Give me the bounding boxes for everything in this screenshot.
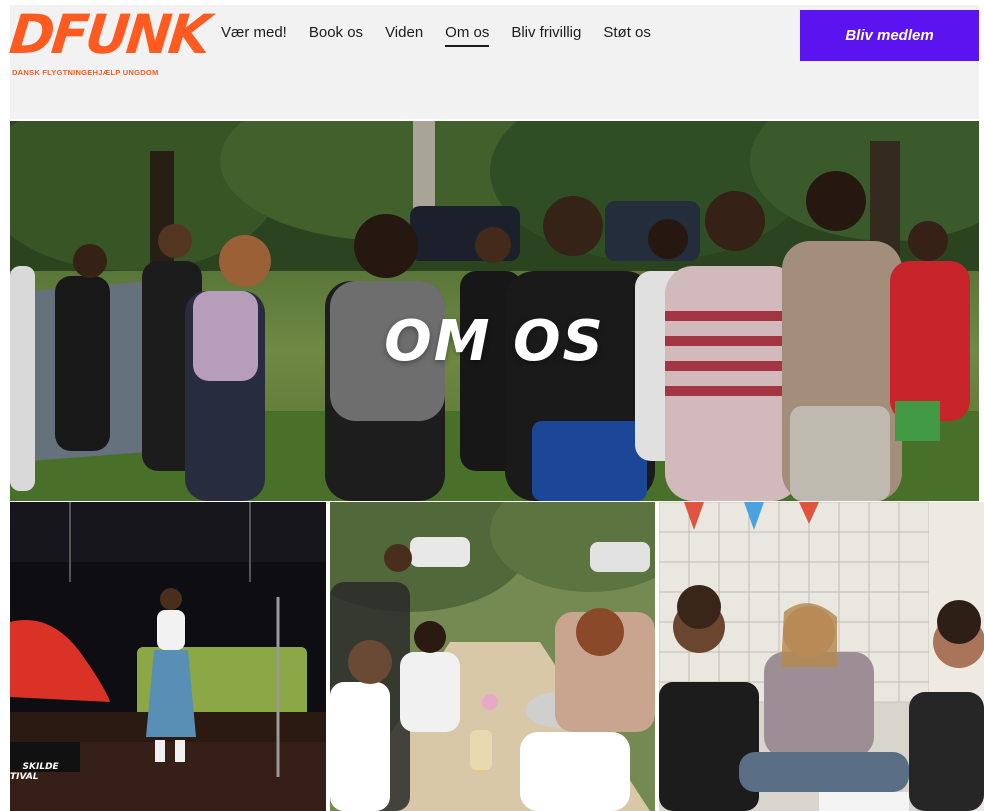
nav-item-book-os[interactable]: Book os [309,24,363,47]
logo-wordmark: DFUNK [6,3,211,66]
photo-dinner-table [330,502,655,811]
dinner-illustration [330,502,655,811]
hero-banner: OM OS [10,121,979,501]
dfunk-logo[interactable]: DFUNK DANSK FLYGTNINGEHJÆLP UNGDOM [7,3,211,85]
main-navigation: Vær med! Book os Viden Om os Bliv frivil… [221,24,673,47]
nav-item-bliv-frivillig[interactable]: Bliv frivillig [511,24,581,47]
nav-item-om-os[interactable]: Om os [445,24,490,47]
floor-illustration [659,502,984,811]
page-title: OM OS [384,309,605,374]
become-member-button[interactable]: Bliv medlem [800,10,979,61]
nav-item-viden[interactable]: Viden [385,24,423,47]
logo-subtitle: DANSK FLYGTNINGEHJÆLP UNGDOM [12,68,159,77]
site-header: DFUNK DANSK FLYGTNINGEHJÆLP UNGDOM Vær m… [7,3,979,119]
photo-group-on-floor [659,502,984,811]
nav-item-vaer-med[interactable]: Vær med! [221,24,287,47]
photo-stage-speaker: SKILDE TIVAL [10,502,326,811]
nav-item-stoet-os[interactable]: Støt os [603,24,651,47]
stage-banner-text: SKILDE TIVAL [10,762,59,782]
